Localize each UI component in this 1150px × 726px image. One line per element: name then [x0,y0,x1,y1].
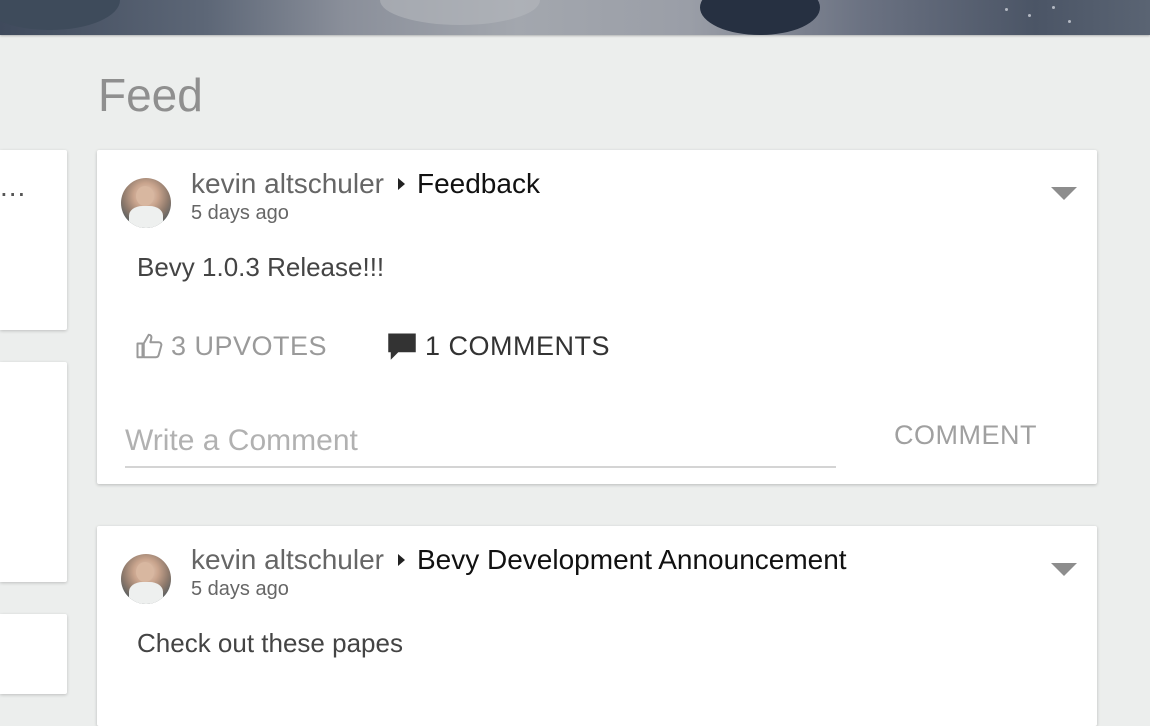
comment-submit-button[interactable]: COMMENT [894,420,1037,451]
comment-count: 1 COMMENTS [425,330,611,361]
caret-right-icon [397,178,405,190]
thumbs-up-icon [136,333,163,359]
header-banner-image [0,0,1150,35]
board-link[interactable]: Feedback [417,168,540,199]
post-timestamp: 5 days ago [191,578,289,600]
post-header: kevin altschuler Feedback [191,168,540,200]
author-avatar[interactable] [121,554,171,604]
side-card[interactable] [0,614,67,694]
caret-right-icon [397,554,405,566]
post-card: kevin altschuler Bevy Development Announc… [97,526,1097,726]
page-title: Feed [98,69,203,121]
post-header: kevin altschuler Bevy Development Announc… [191,544,847,576]
post-body: Check out these papes [137,628,403,658]
chevron-down-icon[interactable] [1051,187,1077,200]
side-card[interactable] [0,362,67,582]
comment-icon [388,333,416,360]
side-card-preview: ... [0,171,27,202]
side-card[interactable]: ... [0,150,67,330]
comment-input[interactable] [125,416,836,468]
upvote-count: 3 UPVOTES [171,330,328,361]
post-timestamp: 5 days ago [191,202,289,224]
author-avatar[interactable] [121,178,171,228]
comments-button[interactable]: 1 COMMENTS [387,326,610,366]
upvote-button[interactable]: 3 UPVOTES [135,326,327,366]
author-name[interactable]: kevin altschuler [191,168,384,199]
post-body: Bevy 1.0.3 Release!!! [137,252,385,282]
board-link[interactable]: Bevy Development Announcement [417,544,847,575]
post-card: kevin altschuler Feedback 5 days ago Bevy… [97,150,1097,484]
author-name[interactable]: kevin altschuler [191,544,384,575]
chevron-down-icon[interactable] [1051,563,1077,576]
